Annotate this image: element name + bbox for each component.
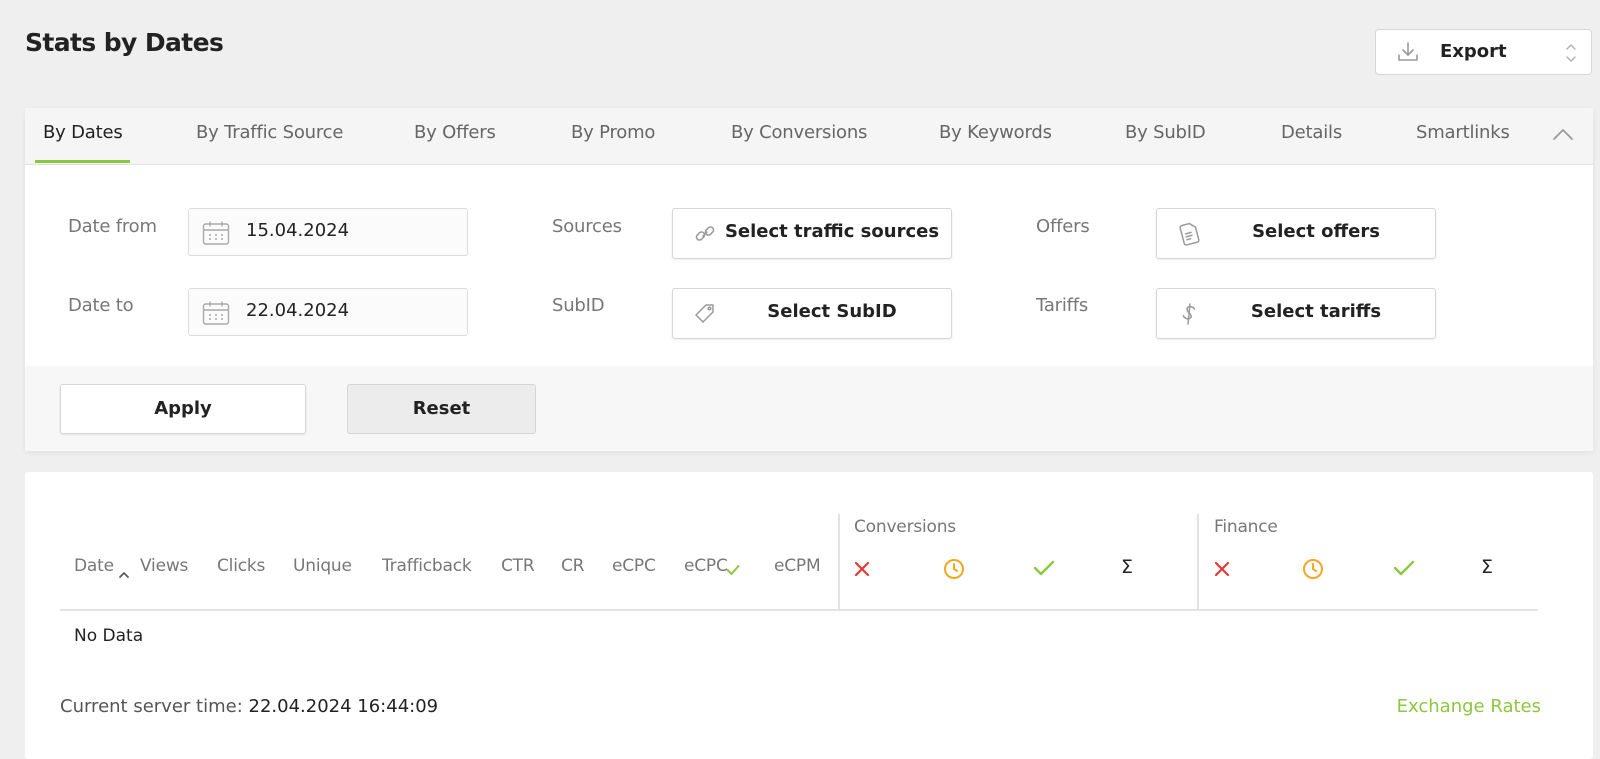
offers-label: Offers — [1036, 216, 1090, 237]
server-time-label: Current server time: — [60, 696, 243, 717]
header-divider — [60, 609, 1538, 611]
select-tariffs-label: Select tariffs — [1250, 301, 1382, 322]
tab-smartlinks[interactable]: Smartlinks — [1416, 122, 1510, 143]
column-trafficback[interactable]: Trafficback — [382, 556, 472, 576]
column-cr[interactable]: CR — [561, 556, 584, 576]
tab-by-conversions[interactable]: By Conversions — [731, 122, 867, 143]
select-offers-button[interactable]: Select offers — [1156, 208, 1436, 259]
tab-by-promo[interactable]: By Promo — [571, 122, 655, 143]
column-ctr[interactable]: CTR — [501, 556, 535, 576]
date-to-value: 22.04.2024 — [246, 300, 350, 321]
server-time-value: 22.04.2024 16:44:09 — [248, 696, 439, 717]
calendar-icon — [202, 220, 230, 250]
pending-clock-icon[interactable] — [1302, 558, 1324, 584]
select-traffic-sources-label: Select traffic sources — [724, 221, 940, 242]
conversions-group-header: Conversions — [854, 517, 956, 537]
tab-by-traffic-source[interactable]: By Traffic Source — [196, 122, 343, 143]
date-to-field[interactable]: 22.04.2024 — [188, 288, 468, 336]
approved-check-icon[interactable] — [1033, 560, 1055, 580]
column-ecpm[interactable]: eCPM — [774, 556, 821, 576]
select-offers-label: Select offers — [1252, 221, 1380, 242]
column-ecpc-approved[interactable]: eCPC — [684, 556, 728, 576]
download-icon — [1396, 40, 1420, 68]
column-unique[interactable]: Unique — [293, 556, 352, 576]
page-title: Stats by Dates — [25, 28, 224, 57]
date-from-label: Date from — [68, 216, 157, 237]
rejected-icon[interactable] — [1214, 561, 1230, 581]
group-divider — [1197, 514, 1199, 609]
filter-actions: Apply Reset — [25, 366, 1593, 451]
tab-details[interactable]: Details — [1281, 122, 1342, 143]
reset-button[interactable]: Reset — [347, 384, 536, 434]
date-from-value: 15.04.2024 — [246, 220, 350, 241]
sources-label: Sources — [552, 216, 622, 237]
date-from-field[interactable]: 15.04.2024 — [188, 208, 468, 256]
server-time: Current server time: 22.04.2024 16:44:09 — [60, 696, 438, 717]
subid-label: SubID — [552, 295, 605, 316]
column-date[interactable]: Date — [74, 556, 114, 576]
tab-by-keywords[interactable]: By Keywords — [939, 122, 1052, 143]
sort-updown-icon — [1565, 42, 1577, 68]
tab-by-subid[interactable]: By SubID — [1125, 122, 1206, 143]
chevron-up-icon[interactable] — [1552, 126, 1574, 145]
stats-table: Date Views Clicks Unique Trafficback CTR… — [25, 472, 1593, 759]
export-label: Export — [1440, 41, 1507, 62]
finance-group-header: Finance — [1214, 517, 1278, 537]
sort-up-icon[interactable] — [118, 564, 130, 583]
date-to-label: Date to — [68, 295, 134, 316]
group-divider — [838, 514, 840, 609]
select-traffic-sources-button[interactable]: Select traffic sources — [672, 208, 952, 259]
select-tariffs-button[interactable]: Select tariffs — [1156, 288, 1436, 339]
select-subid-label: Select SubID — [767, 301, 897, 322]
exchange-rates-link[interactable]: Exchange Rates — [1397, 696, 1541, 717]
tab-by-offers[interactable]: By Offers — [414, 122, 496, 143]
export-button[interactable]: Export — [1375, 29, 1592, 75]
check-icon — [726, 561, 740, 580]
active-tab-indicator — [35, 160, 130, 163]
column-views[interactable]: Views — [140, 556, 188, 576]
empty-table-message: No Data — [74, 626, 144, 646]
approved-check-icon[interactable] — [1393, 560, 1415, 580]
select-subid-button[interactable]: Select SubID — [672, 288, 952, 339]
column-clicks[interactable]: Clicks — [217, 556, 265, 576]
report-tabs: By Dates By Traffic Source By Offers By … — [25, 108, 1593, 165]
apply-button[interactable]: Apply — [60, 384, 306, 434]
rejected-icon[interactable] — [854, 561, 870, 581]
tariffs-label: Tariffs — [1036, 295, 1089, 316]
calendar-icon — [202, 300, 230, 330]
filter-panel: By Dates By Traffic Source By Offers By … — [25, 108, 1593, 451]
total-sum-icon[interactable]: Σ — [1481, 556, 1493, 578]
tab-by-dates[interactable]: By Dates — [43, 122, 123, 143]
column-ecpc[interactable]: eCPC — [612, 556, 656, 576]
pending-clock-icon[interactable] — [943, 558, 965, 584]
total-sum-icon[interactable]: Σ — [1121, 556, 1133, 578]
